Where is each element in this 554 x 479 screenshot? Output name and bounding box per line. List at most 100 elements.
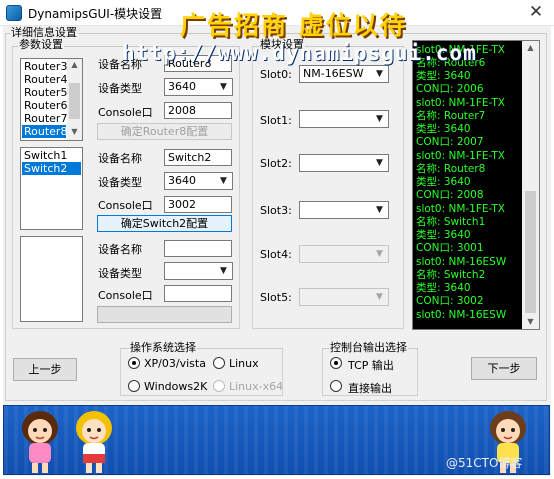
console-line: 名称: Switch1 bbox=[416, 216, 486, 228]
device-type-value: 3640 bbox=[168, 174, 196, 187]
output-group-legend: 控制台输出选择 bbox=[329, 341, 408, 354]
output-radio-direct[interactable] bbox=[330, 380, 342, 392]
chevron-down-icon[interactable]: ▼ bbox=[372, 247, 387, 261]
confirm-device-button[interactable] bbox=[97, 306, 232, 323]
os-option-label[interactable]: XP/03/vista bbox=[144, 357, 206, 370]
console-port-label: Console口 bbox=[98, 106, 153, 119]
window-title: DynamipsGUI-模块设置 bbox=[28, 7, 163, 21]
device-type-label: 设备类型 bbox=[98, 82, 142, 95]
list-item[interactable]: Router5 bbox=[22, 86, 67, 99]
slot2-select[interactable]: ▼ bbox=[299, 154, 389, 172]
console-line: slot0: NM-1FE-TX bbox=[416, 97, 505, 109]
list-item[interactable]: Router7 bbox=[22, 112, 67, 125]
chevron-down-icon[interactable]: ▼ bbox=[216, 174, 231, 188]
console-line: slot0: NM-16ESW bbox=[416, 256, 507, 268]
module-group bbox=[252, 46, 404, 329]
cartoon-girl-center bbox=[76, 411, 112, 473]
console-line: 名称: Switch2 bbox=[416, 269, 486, 281]
device-name-label: 设备名称 bbox=[98, 152, 142, 165]
slot-label: Slot4: bbox=[260, 248, 292, 261]
console-line: slot0: NM-1FE-TX bbox=[416, 150, 505, 162]
list-item[interactable]: Switch1 bbox=[22, 149, 81, 162]
console-line: slot0: NM-16ESW bbox=[416, 309, 507, 321]
slot0-value: NM-16ESW bbox=[303, 67, 364, 80]
chevron-down-icon[interactable]: ▼ bbox=[372, 112, 387, 126]
slot-label: Slot2: bbox=[260, 157, 292, 170]
console-port-field[interactable]: 3002 bbox=[164, 196, 232, 213]
confirm-switch-button[interactable]: 确定Switch2配置 bbox=[97, 215, 232, 232]
console-line: 名称: Router8 bbox=[416, 163, 486, 175]
router-list-scrollbar[interactable]: ▲ ▼ bbox=[67, 59, 82, 140]
list-item[interactable]: Router4 bbox=[22, 73, 67, 86]
console-output[interactable]: slot0: NM-1FE-TX 名称: Router6 类型: 3640 CO… bbox=[412, 40, 540, 330]
console-line: CON口: 2008 bbox=[416, 189, 484, 201]
output-option-label[interactable]: 直接输出 bbox=[348, 380, 392, 396]
list-item-selected[interactable]: Router8 bbox=[22, 125, 67, 138]
scroll-thumb[interactable] bbox=[69, 83, 80, 119]
confirm-router-button[interactable]: 确定Router8配置 bbox=[97, 123, 232, 140]
scroll-up-icon[interactable]: ▲ bbox=[522, 43, 539, 52]
slot1-select[interactable]: ▼ bbox=[299, 110, 389, 128]
list-item[interactable]: Router6 bbox=[22, 99, 67, 112]
device-type-label: 设备类型 bbox=[98, 267, 142, 280]
os-option-label[interactable]: Linux-x64 bbox=[229, 380, 283, 393]
console-port-field[interactable] bbox=[164, 285, 232, 302]
banner-url[interactable]: http://www.dynamipsgui.com bbox=[122, 41, 477, 65]
slot5-select[interactable]: ▼ bbox=[299, 288, 389, 306]
chevron-down-icon[interactable]: ▼ bbox=[372, 203, 387, 217]
banner-slogan: 广告招商 虚位以待 bbox=[180, 11, 407, 40]
device-type-value: 3640 bbox=[168, 80, 196, 93]
os-radio-linux-x64[interactable] bbox=[213, 380, 225, 392]
console-port-field[interactable]: 2008 bbox=[164, 102, 232, 119]
device-type-select[interactable]: 3640 ▼ bbox=[164, 172, 233, 190]
prev-button[interactable]: 上一步 bbox=[13, 358, 77, 381]
slot3-select[interactable]: ▼ bbox=[299, 201, 389, 219]
device-type-select[interactable]: ▼ bbox=[164, 262, 233, 280]
console-port-label: Console口 bbox=[98, 199, 153, 212]
os-radio-xp[interactable] bbox=[128, 357, 140, 369]
console-line: slot0: NM-1FE-TX bbox=[416, 203, 505, 215]
console-scrollbar[interactable]: ▲ ▼ bbox=[522, 41, 539, 329]
chevron-down-icon[interactable]: ▼ bbox=[372, 67, 387, 81]
list-item-selected[interactable]: Switch2 bbox=[22, 162, 81, 175]
output-radio-tcp[interactable] bbox=[330, 357, 342, 369]
list-item[interactable]: Router3 bbox=[22, 60, 67, 73]
scroll-down-icon[interactable]: ▼ bbox=[67, 127, 82, 136]
chevron-down-icon[interactable]: ▼ bbox=[372, 156, 387, 170]
watermark: @51CTO博客 bbox=[446, 456, 523, 470]
os-radio-windows2k[interactable] bbox=[128, 380, 140, 392]
console-line: CON口: 3001 bbox=[416, 242, 484, 254]
scroll-up-icon[interactable]: ▲ bbox=[67, 60, 82, 69]
app-icon bbox=[6, 5, 22, 21]
slot0-select[interactable]: NM-16ESW ▼ bbox=[299, 65, 389, 83]
router-list[interactable]: Router3 Router4 Router5 Router6 Router7 … bbox=[20, 58, 83, 141]
chevron-down-icon[interactable]: ▼ bbox=[216, 264, 231, 278]
console-line: 类型: 3640 bbox=[416, 123, 471, 135]
console-line: CON口: 2007 bbox=[416, 136, 484, 148]
slot4-select[interactable]: ▼ bbox=[299, 245, 389, 263]
device-name-label: 设备名称 bbox=[98, 243, 142, 256]
slot-label: Slot5: bbox=[260, 291, 292, 304]
switch-list[interactable]: Switch1 Switch2 bbox=[20, 147, 83, 230]
console-line: 类型: 3640 bbox=[416, 70, 471, 82]
chevron-down-icon[interactable]: ▼ bbox=[372, 290, 387, 304]
device-name-field[interactable]: Switch2 bbox=[164, 149, 232, 166]
scroll-down-icon[interactable]: ▼ bbox=[522, 317, 539, 326]
console-line: CON口: 3002 bbox=[416, 295, 484, 307]
os-radio-linux[interactable] bbox=[213, 357, 225, 369]
scroll-thumb[interactable] bbox=[525, 191, 536, 313]
empty-list[interactable] bbox=[20, 236, 83, 322]
os-option-label[interactable]: Linux bbox=[229, 357, 259, 370]
device-name-field[interactable] bbox=[164, 240, 232, 257]
console-line: 类型: 3640 bbox=[416, 229, 471, 241]
output-option-label[interactable]: TCP 输出 bbox=[348, 357, 394, 373]
chevron-down-icon[interactable]: ▼ bbox=[216, 80, 231, 94]
cartoon-girl-left bbox=[22, 411, 58, 473]
close-icon[interactable]: ✕ bbox=[524, 2, 548, 22]
next-button[interactable]: 下一步 bbox=[471, 357, 537, 380]
device-type-select[interactable]: 3640 ▼ bbox=[164, 78, 233, 96]
os-group-legend: 操作系统选择 bbox=[129, 341, 197, 354]
device-type-label: 设备类型 bbox=[98, 176, 142, 189]
os-option-label[interactable]: Windows2K bbox=[144, 380, 207, 393]
slot-label: Slot3: bbox=[260, 204, 292, 217]
